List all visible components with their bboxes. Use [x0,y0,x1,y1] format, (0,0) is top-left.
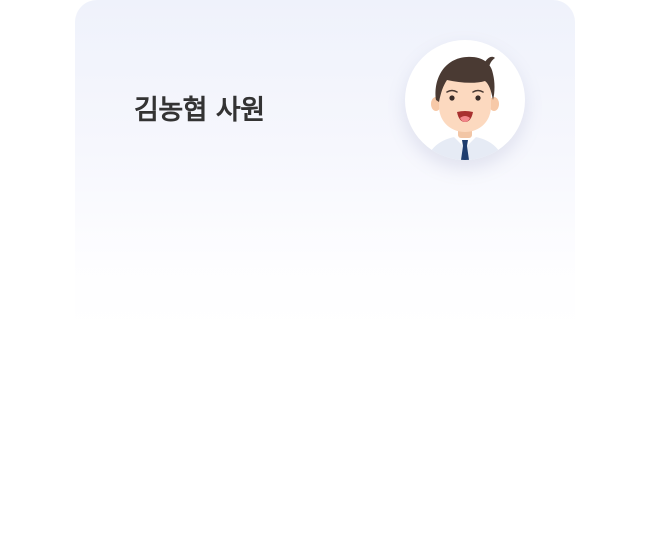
left-eye [449,95,455,101]
profile-card: 김농협 사원 [75,0,575,330]
user-name: 김농협 사원 [134,95,265,126]
screen: 김농협 사원 [0,0,650,550]
employee-avatar-icon [427,56,503,160]
avatar [405,40,525,160]
right-eye [475,95,481,101]
